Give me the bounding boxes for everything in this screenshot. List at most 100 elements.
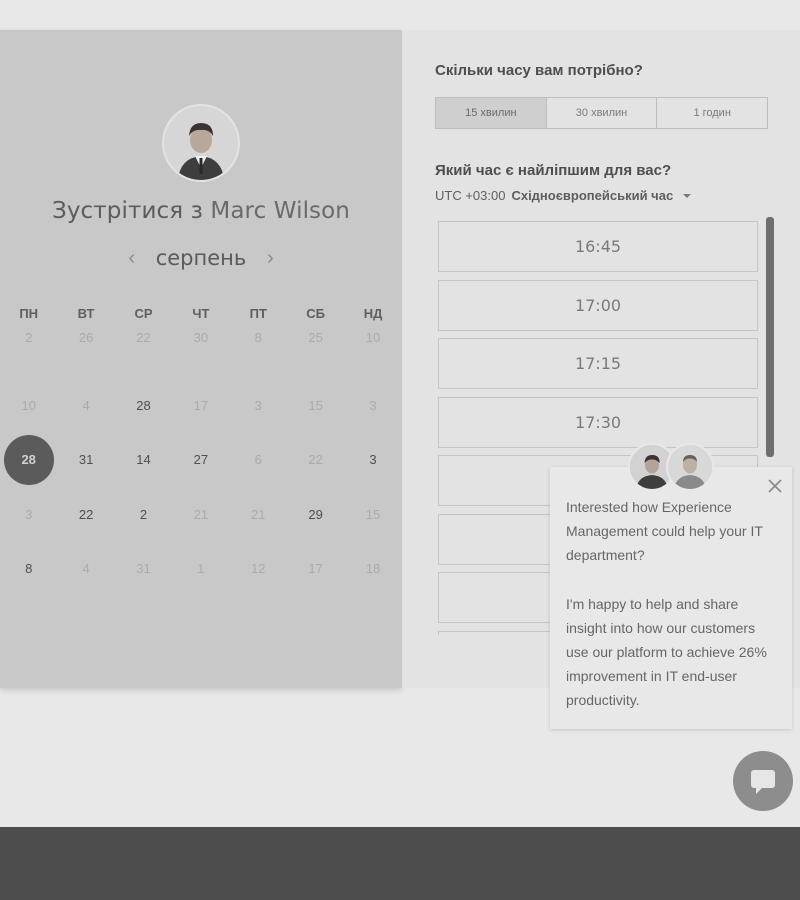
- duration-option-15[interactable]: 15 хвилин: [436, 98, 547, 128]
- chevron-right-icon[interactable]: ›: [262, 247, 278, 270]
- calendar-day-number: 3: [25, 506, 33, 522]
- weekday-label: ЧТ: [192, 306, 210, 321]
- calendar-day-number: 3: [369, 397, 377, 413]
- host-title: Зустрітися з Marc Wilson: [0, 198, 402, 224]
- weekday-label: ВТ: [77, 306, 95, 321]
- host-title-prefix: Зустрітися з: [52, 198, 203, 224]
- calendar-day: 10: [0, 381, 57, 436]
- weekday-header: ПН ВТ СР ЧТ ПТ СБ НД: [0, 302, 402, 326]
- calendar-day-number: 29: [308, 506, 323, 522]
- calendar-week-row: 28 31 14 27 6 22 3: [0, 435, 402, 490]
- brand-logo-icon: [218, 0, 288, 14]
- chat-launcher-button[interactable]: [733, 751, 793, 811]
- calendar-day-number: 10: [365, 330, 381, 345]
- timezone-offset: UTC +03:00: [435, 188, 506, 203]
- time-slot-scrollbar[interactable]: [766, 217, 774, 457]
- weekday-label: ПТ: [249, 306, 267, 321]
- close-icon[interactable]: [766, 477, 784, 495]
- calendar-day[interactable]: 3: [344, 435, 401, 490]
- calendar-day-number: 17: [193, 397, 209, 413]
- month-label: серпень: [155, 246, 247, 270]
- calendar-day: 31: [115, 544, 172, 599]
- calendar-day-number: 3: [254, 397, 262, 413]
- duration-option-60[interactable]: 1 годин: [657, 98, 768, 128]
- calendar-day-number: 2: [139, 506, 148, 522]
- timezone-dropdown[interactable]: UTC +03:00 Східноєвропейський час: [435, 188, 692, 203]
- calendar-day-number: 27: [193, 452, 209, 467]
- calendar-day-number: 10: [21, 397, 36, 413]
- calendar-day: 2: [0, 326, 57, 381]
- time-slot[interactable]: 16:45: [438, 221, 758, 272]
- calendar-day-number: 22: [308, 452, 323, 467]
- calendar-day[interactable]: 8: [0, 544, 57, 599]
- calendar-day[interactable]: 27: [172, 435, 229, 490]
- calendar-day-number: 6: [254, 452, 262, 467]
- calendar-day-number: 31: [78, 452, 94, 467]
- calendar-day-number: 4: [82, 397, 90, 413]
- calendar-day: 15: [344, 490, 401, 545]
- calendar-day-number: 21: [251, 506, 266, 522]
- calendar-day-number: 12: [251, 561, 266, 576]
- weekday-label: ПН: [19, 306, 39, 321]
- calendar-day[interactable]: 31: [57, 435, 114, 490]
- calendar-day-number: 21: [193, 506, 209, 522]
- calendar-day: 26: [57, 326, 114, 381]
- chevron-left-icon[interactable]: ‹: [124, 247, 140, 270]
- calendar-day: 17: [172, 381, 229, 436]
- calendar-day: 18: [344, 544, 401, 599]
- calendar-day[interactable]: 28: [115, 381, 172, 436]
- calendar-day-number: 3: [369, 452, 377, 467]
- calendar-day: 6: [230, 435, 287, 490]
- calendar-day: 4: [57, 381, 114, 436]
- calendar-day: 17: [287, 544, 344, 599]
- calendar-day[interactable]: 2: [115, 490, 172, 545]
- calendar-day: 3: [344, 381, 401, 436]
- calendar-day-number: 22: [78, 506, 94, 522]
- time-slot[interactable]: 17:15: [438, 338, 758, 389]
- calendar-day: 4: [57, 544, 114, 599]
- time-slot[interactable]: 17:00: [438, 279, 758, 331]
- calendar-day: 12: [230, 544, 287, 599]
- calendar-day-number: 15: [365, 506, 381, 522]
- calendar-day-number: 4: [82, 561, 90, 576]
- calendar-day-number: 17: [308, 561, 323, 576]
- calendar-day: 1: [172, 544, 229, 599]
- calendar-day[interactable]: 29: [287, 490, 344, 545]
- chat-popup: Interested how Experience Management cou…: [550, 467, 792, 729]
- calendar-day[interactable]: 14: [115, 435, 172, 490]
- calendar-week-row: 8 4 31 1 12 17 18: [0, 544, 402, 599]
- duration-option-30[interactable]: 30 хвилин: [546, 98, 658, 128]
- calendar-day-number: 22: [136, 330, 151, 345]
- caret-down-icon: [683, 193, 692, 198]
- calendar-day: 21: [172, 490, 229, 545]
- calendar-day: 8: [230, 326, 287, 381]
- calendar-day: 22: [115, 326, 172, 381]
- calendar-day[interactable]: 22: [57, 490, 114, 545]
- calendar-week-row: 2 26 22 30 8 25 10: [0, 326, 402, 381]
- host-name: Marc Wilson: [210, 198, 350, 224]
- duration-selector: 15 хвилин 30 хвилин 1 годин: [435, 97, 768, 129]
- calendar-day-number: 26: [78, 330, 94, 345]
- calendar-day-number: 28: [3, 435, 54, 485]
- chat-bubble-icon: [751, 770, 775, 794]
- calendar-day-number: 1: [197, 561, 205, 576]
- calendar-day-selected[interactable]: 28: [0, 435, 57, 490]
- weekday-label: СР: [134, 306, 153, 321]
- calendar-day-number: 8: [25, 561, 33, 576]
- calendar-day-number: 28: [136, 397, 151, 413]
- person-avatar-icon: [668, 445, 712, 489]
- calendar-day-number: 31: [136, 561, 151, 576]
- calendar-day: 30: [172, 326, 229, 381]
- calendar-day-number: 15: [308, 397, 323, 413]
- month-navigator: ‹ серпень ›: [0, 244, 402, 272]
- calendar-day-number: 2: [25, 330, 33, 345]
- time-question: Який час є найліпшим для вас?: [435, 162, 672, 179]
- footer-bar: [0, 827, 800, 900]
- time-slot[interactable]: 17:30: [438, 396, 758, 448]
- calendar-day-number: 8: [254, 330, 262, 345]
- calendar-day: 21: [230, 490, 287, 545]
- calendar-grid: ПН ВТ СР ЧТ ПТ СБ НД 2 26 22 30 8 25 10 10 4 28 17…: [0, 302, 402, 599]
- calendar-day-number: 14: [136, 452, 151, 467]
- calendar-day: 3: [230, 381, 287, 436]
- weekday-label: НД: [363, 306, 383, 321]
